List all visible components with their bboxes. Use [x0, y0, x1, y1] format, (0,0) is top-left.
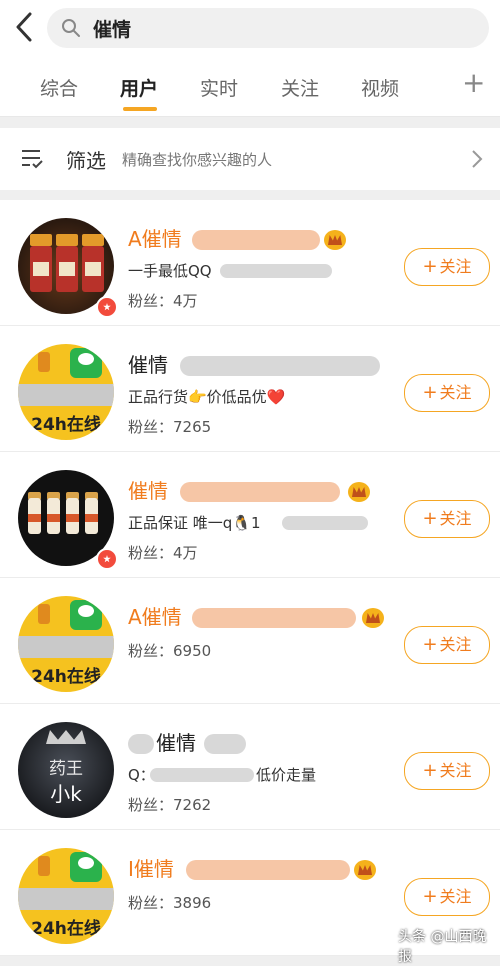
avatar-text: 24h在线: [31, 415, 101, 435]
plus-icon: +: [422, 382, 438, 403]
filter-title: 筛选: [66, 149, 106, 173]
fans-count: 粉丝：7262: [128, 796, 212, 814]
fans-count: 粉丝：6950: [128, 642, 212, 660]
blurred-name-segment: [192, 230, 320, 250]
blurred-name-segment: [204, 734, 246, 754]
user-avatar[interactable]: 药王 小k: [18, 722, 114, 818]
user-row[interactable]: 催情 正品保证 唯一q🐧1 粉丝：4万 + 关注: [0, 452, 500, 578]
add-tab-button[interactable]: +: [462, 68, 485, 98]
search-tabs: 综合 用户 实时 关注 视频 +: [0, 58, 500, 117]
blurred-name-segment: [186, 860, 350, 880]
active-tab-indicator: [123, 107, 157, 111]
user-avatar[interactable]: 24h在线: [18, 848, 114, 944]
fans-count: 粉丝：4万: [128, 292, 198, 310]
follow-button[interactable]: + 关注: [404, 500, 490, 538]
avatar-text: 小k: [50, 782, 82, 806]
tab-all[interactable]: 综合: [40, 74, 78, 101]
user-name[interactable]: 催情: [128, 478, 168, 504]
search-input[interactable]: 催情: [47, 8, 489, 48]
avatar-text: 24h在线: [31, 667, 101, 687]
user-row[interactable]: A催情 一手最低QQ 粉丝：4万 + 关注: [0, 200, 500, 326]
blurred-name-segment: [180, 356, 380, 376]
top-bar: 催情: [0, 0, 500, 58]
verified-badge-icon: [96, 296, 118, 318]
follow-button[interactable]: + 关注: [404, 878, 490, 916]
search-query-text: 催情: [93, 19, 132, 41]
user-row[interactable]: 24h在线 A催情 粉丝：6950 + 关注: [0, 578, 500, 704]
blurred-text: [282, 516, 368, 530]
plus-icon: +: [422, 634, 438, 655]
crown-badge-icon: [354, 860, 376, 880]
filter-description: 精确查找你感兴趣的人: [122, 151, 273, 169]
user-description: 正品保证 唯一q🐧1: [128, 514, 261, 532]
avatar-text: 24h在线: [31, 919, 101, 939]
blurred-text: [150, 768, 254, 782]
avatar-text: 药王: [49, 759, 83, 779]
fans-count: 粉丝：3896: [128, 894, 212, 912]
search-icon: [62, 19, 80, 37]
watermark: 头条 @山西晚报: [398, 929, 487, 965]
blurred-name-segment: [192, 608, 356, 628]
user-name[interactable]: I催情: [128, 856, 174, 882]
plus-icon: +: [422, 508, 438, 529]
user-name[interactable]: 催情: [128, 352, 168, 378]
filter-bar[interactable]: 筛选 精确查找你感兴趣的人: [0, 128, 500, 190]
user-name[interactable]: 催情: [156, 730, 196, 756]
blurred-name-segment: [180, 482, 340, 502]
user-results-list: A催情 一手最低QQ 粉丝：4万 + 关注 24h在线 催情 正品行货👉价低品优❤…: [0, 200, 500, 956]
tab-users[interactable]: 用户: [120, 74, 158, 101]
user-row[interactable]: 24h在线 催情 正品行货👉价低品优❤️ 粉丝：7265 + 关注: [0, 326, 500, 452]
plus-icon: +: [422, 760, 438, 781]
user-description: 一手最低QQ: [128, 262, 212, 280]
user-avatar[interactable]: 24h在线: [18, 596, 114, 692]
follow-button[interactable]: + 关注: [404, 626, 490, 664]
user-avatar[interactable]: 24h在线: [18, 344, 114, 440]
filter-list-icon: [22, 150, 43, 169]
follow-button[interactable]: + 关注: [404, 374, 490, 412]
crown-badge-icon: [348, 482, 370, 502]
user-name[interactable]: A催情: [128, 226, 182, 252]
crown-badge-icon: [324, 230, 346, 250]
tab-realtime[interactable]: 实时: [200, 74, 238, 101]
user-name[interactable]: A催情: [128, 604, 182, 630]
follow-button[interactable]: + 关注: [404, 752, 490, 790]
blurred-text: [220, 264, 332, 278]
user-row[interactable]: 药王 小k 催情 Q： 低价走量 粉丝：7262 + 关注: [0, 704, 500, 830]
verified-badge-icon: [96, 548, 118, 570]
fans-count: 粉丝：7265: [128, 418, 212, 436]
crown-badge-icon: [362, 608, 384, 628]
user-description-tail: 低价走量: [256, 766, 317, 784]
chevron-right-icon: [472, 150, 483, 168]
tab-following[interactable]: 关注: [281, 74, 319, 101]
plus-icon: +: [422, 886, 438, 907]
back-arrow-icon[interactable]: [10, 10, 38, 44]
tab-video[interactable]: 视频: [361, 74, 399, 101]
plus-icon: +: [422, 256, 438, 277]
blurred-name-segment: [128, 734, 154, 754]
user-description: 正品行货👉价低品优❤️: [128, 388, 286, 406]
follow-button[interactable]: + 关注: [404, 248, 490, 286]
fans-count: 粉丝：4万: [128, 544, 198, 562]
